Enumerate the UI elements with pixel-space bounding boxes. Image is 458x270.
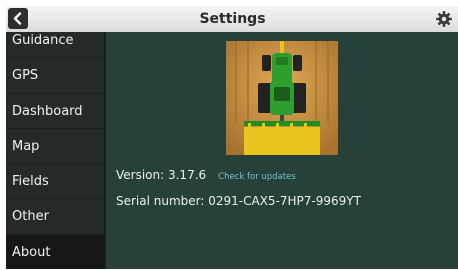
sidebar-item-label: Guidance (12, 33, 74, 48)
about-panel: Version: 3.17.6 Check for updates Serial … (106, 32, 458, 269)
sidebar-item-fields[interactable]: Fields (6, 164, 104, 199)
settings-sidebar: Guidance GPS Dashboard Map Fields Other … (6, 32, 104, 269)
sidebar-item-label: About (12, 245, 51, 260)
sidebar-item-label: Map (12, 139, 40, 154)
sidebar-item-gps[interactable]: GPS (6, 58, 104, 94)
gear-icon[interactable] (435, 10, 453, 28)
sidebar-item-label: Fields (12, 174, 49, 189)
sidebar-item-label: GPS (12, 68, 39, 83)
sidebar-item-about[interactable]: About (6, 235, 104, 269)
sidebar-item-other[interactable]: Other (6, 199, 104, 235)
sidebar-item-map[interactable]: Map (6, 129, 104, 164)
sidebar-item-label: Other (12, 209, 49, 224)
serial-number: Serial number: 0291-CAX5-7HP7-9969YT (116, 194, 361, 208)
sidebar-item-guidance[interactable]: Guidance (6, 24, 104, 58)
sidebar-item-dashboard[interactable]: Dashboard (6, 94, 104, 129)
tractor-icon (226, 41, 338, 155)
sidebar-item-label: Dashboard (12, 104, 83, 119)
check-updates-link[interactable]: Check for updates (218, 172, 296, 182)
version-label: Version: 3.17.6 (116, 168, 207, 182)
version-row: Version: 3.17.6 Check for updates (116, 165, 296, 183)
app-screen: Settings Guidance GPS Dashboard Map Fiel… (6, 6, 458, 269)
